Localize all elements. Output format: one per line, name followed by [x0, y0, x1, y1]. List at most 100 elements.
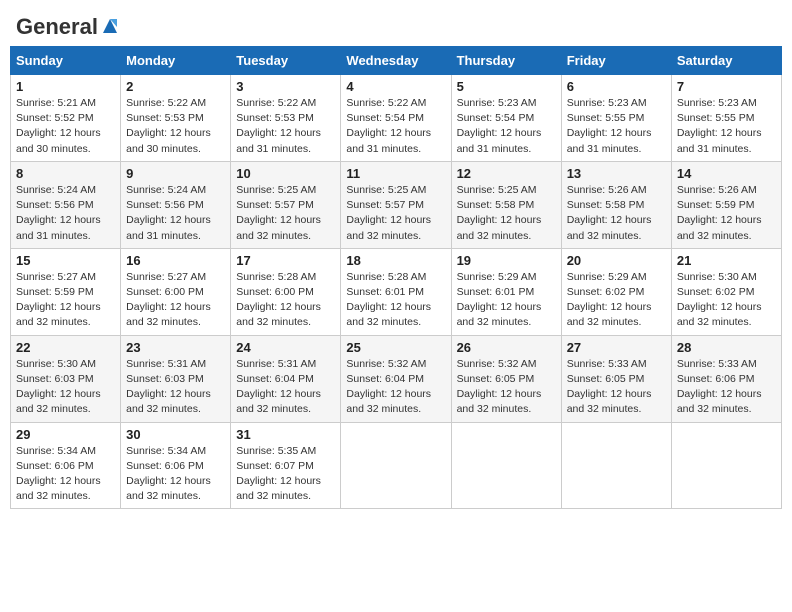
column-header-saturday: Saturday [671, 47, 781, 75]
calendar-cell [671, 422, 781, 509]
day-number: 18 [346, 253, 445, 268]
day-number: 17 [236, 253, 335, 268]
day-info: Sunrise: 5:22 AMSunset: 5:53 PMDaylight:… [236, 97, 321, 155]
calendar-cell: 29 Sunrise: 5:34 AMSunset: 6:06 PMDaylig… [11, 422, 121, 509]
calendar-week-row: 29 Sunrise: 5:34 AMSunset: 6:06 PMDaylig… [11, 422, 782, 509]
day-number: 30 [126, 427, 225, 442]
day-number: 31 [236, 427, 335, 442]
calendar-cell: 4 Sunrise: 5:22 AMSunset: 5:54 PMDayligh… [341, 75, 451, 162]
day-number: 9 [126, 166, 225, 181]
calendar-cell: 25 Sunrise: 5:32 AMSunset: 6:04 PMDaylig… [341, 335, 451, 422]
calendar-cell: 2 Sunrise: 5:22 AMSunset: 5:53 PMDayligh… [121, 75, 231, 162]
day-number: 20 [567, 253, 666, 268]
calendar-cell: 15 Sunrise: 5:27 AMSunset: 5:59 PMDaylig… [11, 248, 121, 335]
day-info: Sunrise: 5:23 AMSunset: 5:55 PMDaylight:… [567, 97, 652, 155]
day-info: Sunrise: 5:23 AMSunset: 5:55 PMDaylight:… [677, 97, 762, 155]
day-info: Sunrise: 5:26 AMSunset: 5:58 PMDaylight:… [567, 184, 652, 242]
calendar-cell: 17 Sunrise: 5:28 AMSunset: 6:00 PMDaylig… [231, 248, 341, 335]
calendar-cell: 23 Sunrise: 5:31 AMSunset: 6:03 PMDaylig… [121, 335, 231, 422]
calendar-week-row: 8 Sunrise: 5:24 AMSunset: 5:56 PMDayligh… [11, 161, 782, 248]
column-header-friday: Friday [561, 47, 671, 75]
day-number: 24 [236, 340, 335, 355]
calendar-cell: 12 Sunrise: 5:25 AMSunset: 5:58 PMDaylig… [451, 161, 561, 248]
column-header-tuesday: Tuesday [231, 47, 341, 75]
calendar-cell: 5 Sunrise: 5:23 AMSunset: 5:54 PMDayligh… [451, 75, 561, 162]
logo: General [16, 14, 121, 34]
day-info: Sunrise: 5:25 AMSunset: 5:57 PMDaylight:… [236, 184, 321, 242]
calendar-cell: 7 Sunrise: 5:23 AMSunset: 5:55 PMDayligh… [671, 75, 781, 162]
calendar-cell: 8 Sunrise: 5:24 AMSunset: 5:56 PMDayligh… [11, 161, 121, 248]
calendar-cell: 11 Sunrise: 5:25 AMSunset: 5:57 PMDaylig… [341, 161, 451, 248]
day-number: 27 [567, 340, 666, 355]
day-info: Sunrise: 5:28 AMSunset: 6:00 PMDaylight:… [236, 271, 321, 329]
day-info: Sunrise: 5:32 AMSunset: 6:04 PMDaylight:… [346, 358, 431, 416]
calendar-cell: 1 Sunrise: 5:21 AMSunset: 5:52 PMDayligh… [11, 75, 121, 162]
day-number: 5 [457, 79, 556, 94]
day-number: 4 [346, 79, 445, 94]
day-info: Sunrise: 5:34 AMSunset: 6:06 PMDaylight:… [126, 445, 211, 503]
calendar-week-row: 15 Sunrise: 5:27 AMSunset: 5:59 PMDaylig… [11, 248, 782, 335]
calendar-cell: 3 Sunrise: 5:22 AMSunset: 5:53 PMDayligh… [231, 75, 341, 162]
column-header-monday: Monday [121, 47, 231, 75]
day-number: 23 [126, 340, 225, 355]
column-header-sunday: Sunday [11, 47, 121, 75]
day-number: 12 [457, 166, 556, 181]
calendar-cell: 9 Sunrise: 5:24 AMSunset: 5:56 PMDayligh… [121, 161, 231, 248]
calendar-cell [341, 422, 451, 509]
day-info: Sunrise: 5:33 AMSunset: 6:05 PMDaylight:… [567, 358, 652, 416]
calendar-cell: 28 Sunrise: 5:33 AMSunset: 6:06 PMDaylig… [671, 335, 781, 422]
calendar-cell: 21 Sunrise: 5:30 AMSunset: 6:02 PMDaylig… [671, 248, 781, 335]
day-number: 29 [16, 427, 115, 442]
calendar-cell [451, 422, 561, 509]
day-info: Sunrise: 5:34 AMSunset: 6:06 PMDaylight:… [16, 445, 101, 503]
calendar-week-row: 22 Sunrise: 5:30 AMSunset: 6:03 PMDaylig… [11, 335, 782, 422]
day-number: 25 [346, 340, 445, 355]
calendar-cell: 30 Sunrise: 5:34 AMSunset: 6:06 PMDaylig… [121, 422, 231, 509]
calendar-cell: 20 Sunrise: 5:29 AMSunset: 6:02 PMDaylig… [561, 248, 671, 335]
logo-text-general: General [16, 14, 98, 40]
column-header-thursday: Thursday [451, 47, 561, 75]
day-number: 14 [677, 166, 776, 181]
day-info: Sunrise: 5:33 AMSunset: 6:06 PMDaylight:… [677, 358, 762, 416]
day-number: 10 [236, 166, 335, 181]
logo-icon [99, 15, 121, 37]
calendar-header-row: SundayMondayTuesdayWednesdayThursdayFrid… [11, 47, 782, 75]
calendar-cell: 6 Sunrise: 5:23 AMSunset: 5:55 PMDayligh… [561, 75, 671, 162]
day-info: Sunrise: 5:24 AMSunset: 5:56 PMDaylight:… [126, 184, 211, 242]
day-number: 26 [457, 340, 556, 355]
day-number: 7 [677, 79, 776, 94]
day-number: 22 [16, 340, 115, 355]
calendar-cell: 14 Sunrise: 5:26 AMSunset: 5:59 PMDaylig… [671, 161, 781, 248]
day-info: Sunrise: 5:29 AMSunset: 6:01 PMDaylight:… [457, 271, 542, 329]
day-number: 1 [16, 79, 115, 94]
day-info: Sunrise: 5:21 AMSunset: 5:52 PMDaylight:… [16, 97, 101, 155]
day-info: Sunrise: 5:25 AMSunset: 5:58 PMDaylight:… [457, 184, 542, 242]
day-info: Sunrise: 5:30 AMSunset: 6:03 PMDaylight:… [16, 358, 101, 416]
calendar-cell: 26 Sunrise: 5:32 AMSunset: 6:05 PMDaylig… [451, 335, 561, 422]
day-info: Sunrise: 5:22 AMSunset: 5:53 PMDaylight:… [126, 97, 211, 155]
day-info: Sunrise: 5:24 AMSunset: 5:56 PMDaylight:… [16, 184, 101, 242]
page-header: General [10, 10, 782, 38]
column-header-wednesday: Wednesday [341, 47, 451, 75]
calendar-cell [561, 422, 671, 509]
calendar-table: SundayMondayTuesdayWednesdayThursdayFrid… [10, 46, 782, 509]
day-info: Sunrise: 5:29 AMSunset: 6:02 PMDaylight:… [567, 271, 652, 329]
calendar-cell: 19 Sunrise: 5:29 AMSunset: 6:01 PMDaylig… [451, 248, 561, 335]
calendar-cell: 16 Sunrise: 5:27 AMSunset: 6:00 PMDaylig… [121, 248, 231, 335]
day-info: Sunrise: 5:28 AMSunset: 6:01 PMDaylight:… [346, 271, 431, 329]
calendar-cell: 24 Sunrise: 5:31 AMSunset: 6:04 PMDaylig… [231, 335, 341, 422]
calendar-cell: 27 Sunrise: 5:33 AMSunset: 6:05 PMDaylig… [561, 335, 671, 422]
day-info: Sunrise: 5:31 AMSunset: 6:03 PMDaylight:… [126, 358, 211, 416]
day-number: 28 [677, 340, 776, 355]
day-info: Sunrise: 5:23 AMSunset: 5:54 PMDaylight:… [457, 97, 542, 155]
calendar-week-row: 1 Sunrise: 5:21 AMSunset: 5:52 PMDayligh… [11, 75, 782, 162]
day-info: Sunrise: 5:26 AMSunset: 5:59 PMDaylight:… [677, 184, 762, 242]
day-info: Sunrise: 5:27 AMSunset: 5:59 PMDaylight:… [16, 271, 101, 329]
day-number: 16 [126, 253, 225, 268]
calendar-cell: 22 Sunrise: 5:30 AMSunset: 6:03 PMDaylig… [11, 335, 121, 422]
calendar-cell: 13 Sunrise: 5:26 AMSunset: 5:58 PMDaylig… [561, 161, 671, 248]
day-info: Sunrise: 5:22 AMSunset: 5:54 PMDaylight:… [346, 97, 431, 155]
day-number: 11 [346, 166, 445, 181]
day-info: Sunrise: 5:25 AMSunset: 5:57 PMDaylight:… [346, 184, 431, 242]
day-number: 15 [16, 253, 115, 268]
